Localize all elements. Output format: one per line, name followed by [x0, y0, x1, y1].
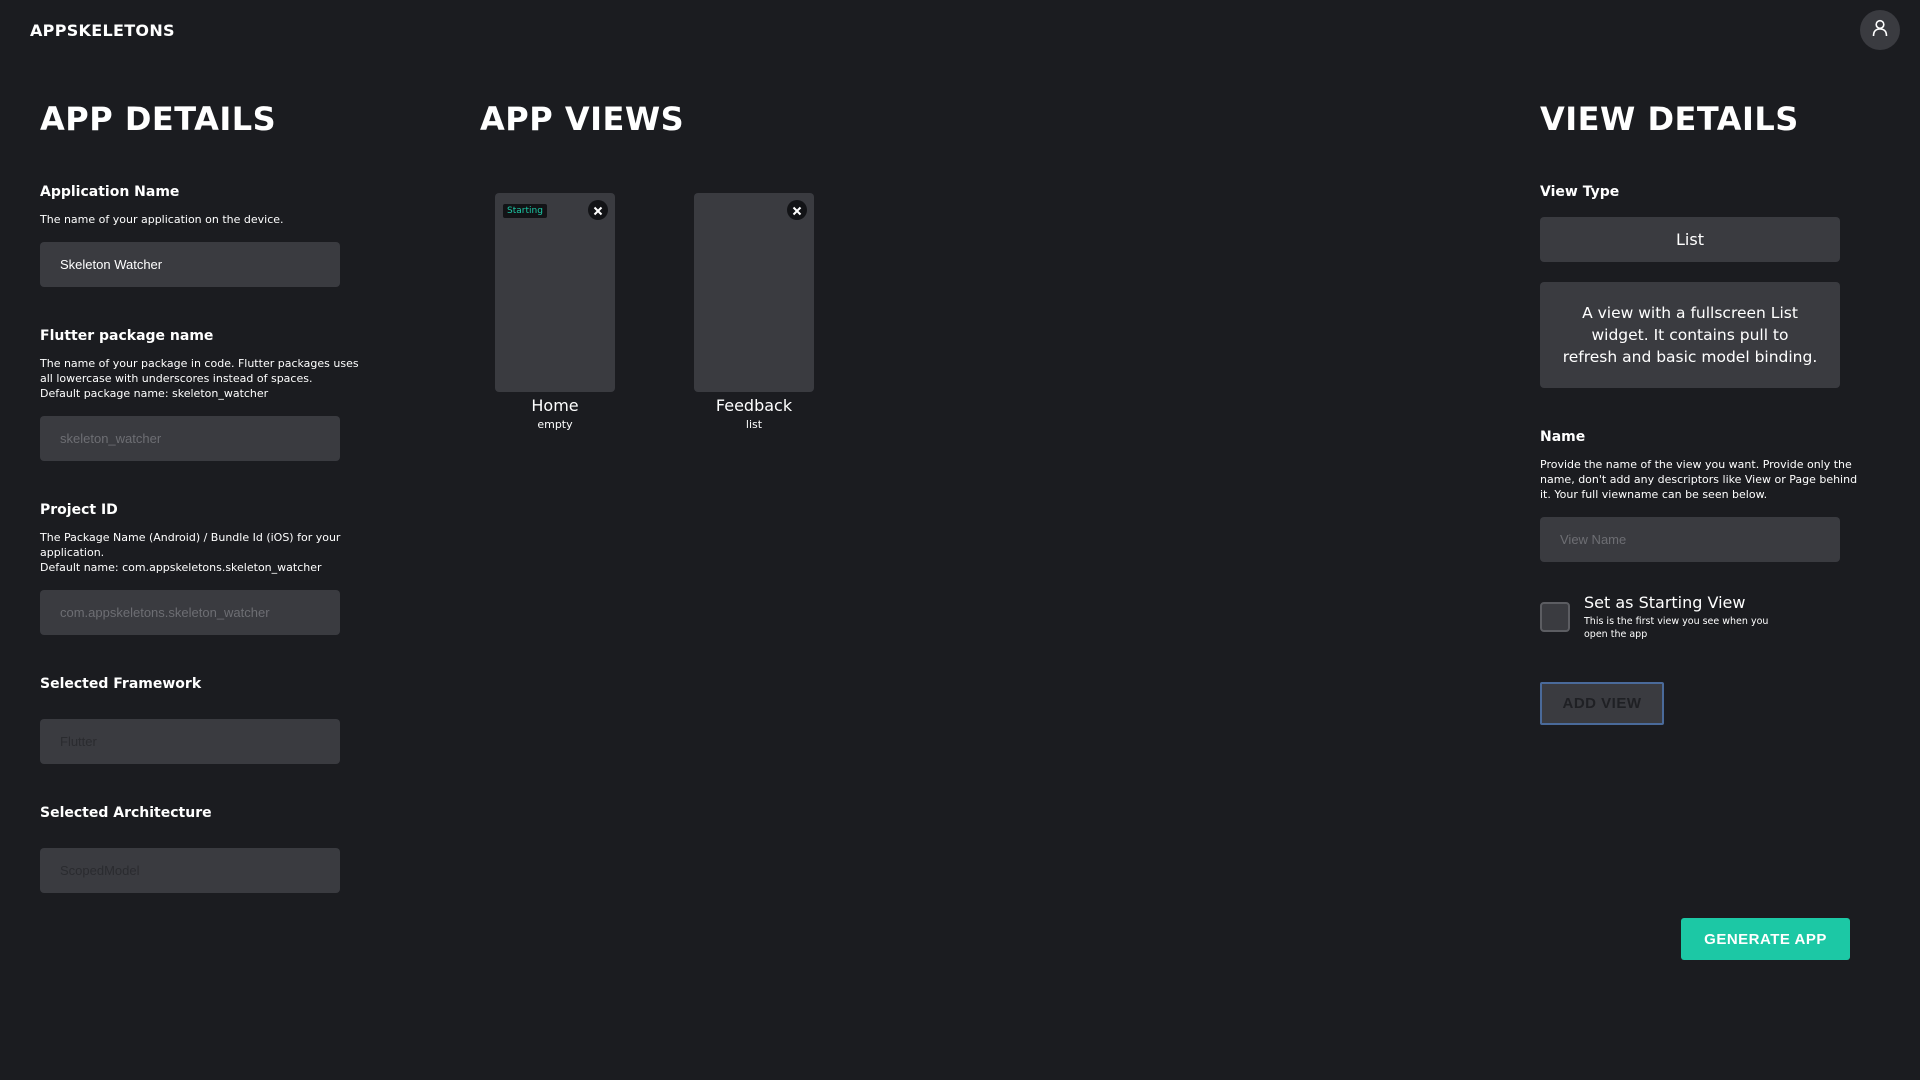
help-line: Default name: com.appskeletons.skeleton_… [40, 561, 322, 574]
starting-badge: Starting [503, 204, 547, 218]
close-icon [792, 201, 802, 220]
help-line: The name of your package in code. Flutte… [40, 357, 359, 370]
help-line: it. Your full viewname can be seen below… [1540, 488, 1768, 501]
view-card-type: list [745, 418, 763, 431]
view-type-description: A view with a fullscreen List widget. It… [1540, 282, 1840, 388]
starting-view-label: Set as Starting View [1584, 593, 1746, 612]
add-view-button[interactable]: ADD VIEW [1540, 682, 1664, 725]
framework-input[interactable] [40, 719, 340, 764]
remove-view-button[interactable] [588, 200, 608, 220]
view-card-feedback[interactable] [694, 193, 814, 392]
close-icon [593, 201, 603, 220]
application-name-label: Application Name [40, 184, 180, 200]
package-name-input[interactable] [40, 416, 340, 461]
view-card-home[interactable]: Starting [495, 193, 615, 392]
app-views-title: APP VIEWS [480, 100, 685, 138]
generate-app-button[interactable]: GENERATE APP [1681, 918, 1850, 960]
application-name-input[interactable] [40, 242, 340, 287]
starting-view-checkbox[interactable] [1540, 602, 1570, 632]
app-details-title: APP DETAILS [40, 100, 277, 138]
view-name-label: Name [1540, 429, 1586, 445]
view-name-input[interactable] [1540, 517, 1840, 562]
view-type-select[interactable]: List [1540, 217, 1840, 262]
help-line: Provide the name of the view you want. P… [1540, 458, 1852, 471]
architecture-label: Selected Architecture [40, 805, 212, 821]
user-menu-button[interactable] [1860, 10, 1900, 50]
package-name-label: Flutter package name [40, 328, 214, 344]
view-details-title: VIEW DETAILS [1540, 100, 1799, 138]
framework-label: Selected Framework [40, 676, 202, 692]
view-card-name: Home [531, 396, 579, 415]
application-name-help: The name of your application on the devi… [40, 212, 284, 227]
help-line: The name of your application on the devi… [40, 213, 284, 226]
view-type-label: View Type [1540, 184, 1620, 200]
help-line: name, don't add any descriptors like Vie… [1540, 473, 1858, 486]
help-line: all lowercase with underscores instead o… [40, 372, 313, 385]
project-id-label: Project ID [40, 502, 118, 518]
architecture-input[interactable] [40, 848, 340, 893]
remove-view-button[interactable] [787, 200, 807, 220]
user-icon [1871, 19, 1889, 41]
project-id-input[interactable] [40, 590, 340, 635]
help-line: Default package name: skeleton_watcher [40, 387, 269, 400]
view-card-name: Feedback [715, 396, 793, 415]
brand-logo[interactable]: APPSKELETONS [30, 21, 175, 40]
help-line: The Package Name (Android) / Bundle Id (… [40, 531, 341, 544]
view-name-help: Provide the name of the view you want. P… [1540, 457, 1857, 502]
view-card-type: empty [537, 418, 573, 431]
help-line: application. [40, 546, 105, 559]
starting-view-help: This is the first view you see when you … [1584, 616, 1769, 640]
package-name-help: The name of your package in code. Flutte… [40, 356, 359, 401]
project-id-help: The Package Name (Android) / Bundle Id (… [40, 530, 340, 575]
